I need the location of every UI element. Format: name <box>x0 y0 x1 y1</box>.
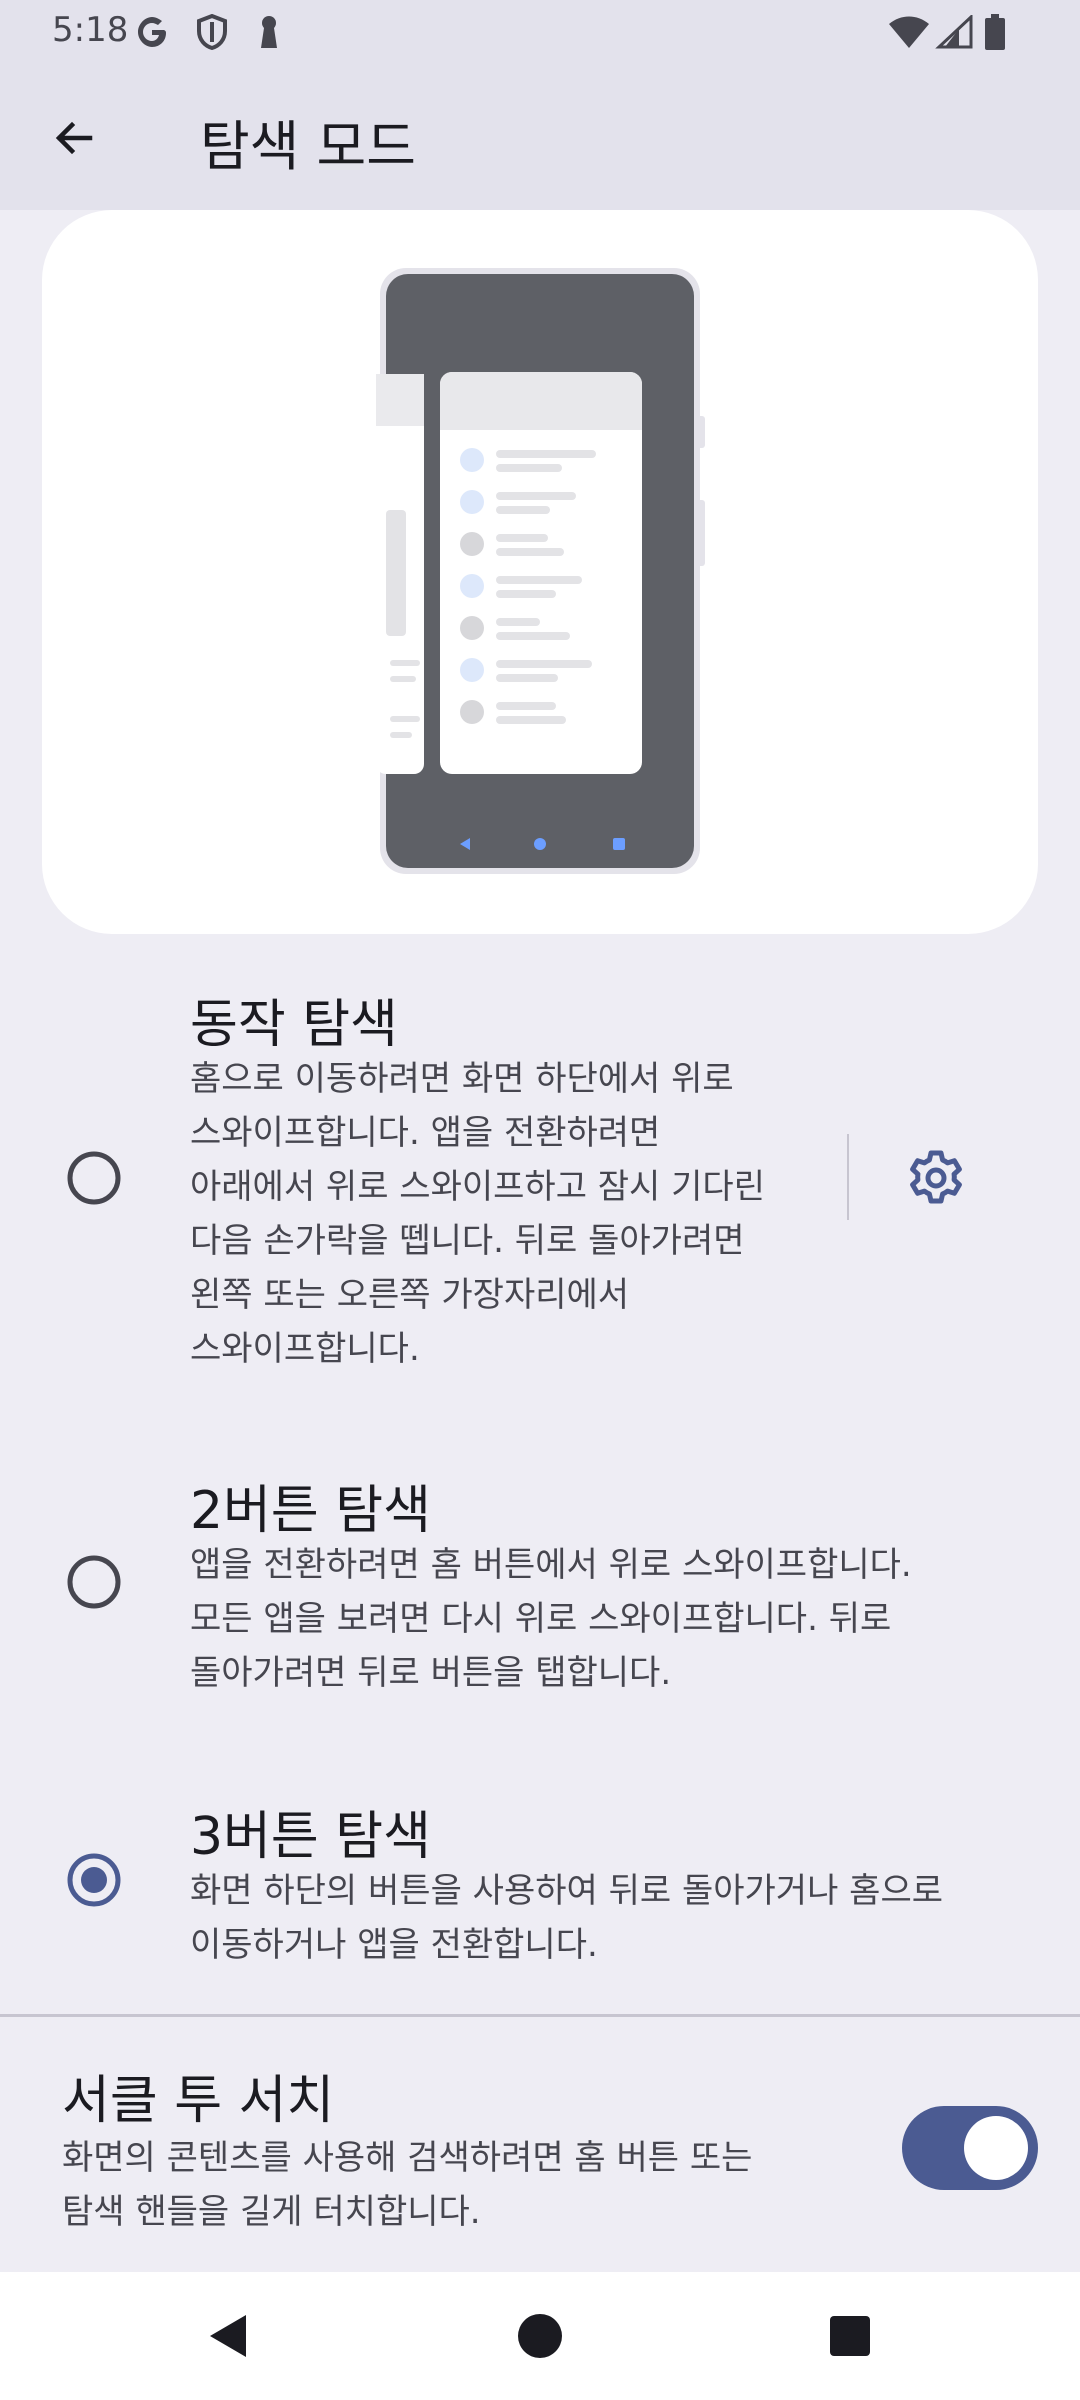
nav-recents-button[interactable] <box>808 2294 892 2378</box>
nav-home-button[interactable] <box>498 2294 582 2378</box>
arrow-back-icon <box>55 121 93 155</box>
circle-to-search-toggle[interactable] <box>902 2106 1038 2190</box>
section-divider <box>0 2014 1080 2017</box>
gear-icon <box>910 1150 962 1204</box>
radio-2button-navigation[interactable] <box>64 1552 124 1612</box>
description-line: 왼쪽 또는 오른쪽 가장자리에서 <box>190 1275 630 1315</box>
description-line: 다음 손가락을 뗍니다. 뒤로 돌아가려면 <box>190 1221 745 1261</box>
radio-3button-navigation[interactable] <box>64 1850 124 1910</box>
description-line: 화면 하단의 버튼을 사용하여 뒤로 돌아가거나 홈으로 <box>190 1871 944 1911</box>
description-line: 이동하거나 앱을 전환합니다. <box>190 1925 598 1965</box>
description-line: 스와이프합니다. <box>190 1329 420 1369</box>
option-title: 동작 탐색 <box>190 995 398 1055</box>
description-line: 아래에서 위로 스와이프하고 잠시 기다린 <box>190 1167 765 1207</box>
description-line: 탐색 핸들을 길게 터치합니다. <box>62 2192 481 2232</box>
recents-square-icon <box>830 2316 870 2356</box>
option-description: 앱을 전환하려면 홈 버튼에서 위로 스와이프합니다. 모든 앱을 보려면 다시… <box>190 1538 1030 1700</box>
google-icon <box>132 12 172 52</box>
description-line: 홈으로 이동하려면 화면 하단에서 위로 <box>190 1059 734 1099</box>
wifi-icon <box>886 12 932 52</box>
app-bar: 탐색 모드 <box>0 64 1080 210</box>
description-line: 모든 앱을 보려면 다시 위로 스와이프합니다. 뒤로 <box>190 1599 892 1639</box>
status-time: 5:18 <box>52 10 129 50</box>
option-3button-navigation[interactable]: 3버튼 탐색 화면 하단의 버튼을 사용하여 뒤로 돌아가거나 홈으로 이동하거… <box>0 1776 1080 1996</box>
shield-icon <box>192 12 232 52</box>
signal-icon <box>934 12 974 52</box>
status-bar: 5:18 <box>0 0 1080 64</box>
description-line: 앱을 전환하려면 홈 버튼에서 위로 스와이프합니다. <box>190 1545 912 1585</box>
home-circle-icon <box>518 2314 562 2358</box>
settings-divider <box>847 1134 849 1220</box>
illustration-card <box>42 210 1038 934</box>
back-button[interactable] <box>30 94 118 182</box>
page-title: 탐색 모드 <box>200 115 416 178</box>
gesture-settings-button[interactable] <box>894 1136 978 1220</box>
description-line: 화면의 콘텐츠를 사용해 검색하려면 홈 버튼 또는 <box>62 2138 753 2178</box>
description-line: 스와이프합니다. 앱을 전환하려면 <box>190 1113 661 1153</box>
circle-to-search-title: 서클 투 서치 <box>62 2071 335 2131</box>
option-description: 홈으로 이동하려면 화면 하단에서 위로 스와이프합니다. 앱을 전환하려면 아… <box>190 1052 830 1376</box>
option-2button-navigation[interactable]: 2버튼 탐색 앱을 전환하려면 홈 버튼에서 위로 스와이프합니다. 모든 앱을… <box>0 1454 1080 1724</box>
phone-illustration <box>376 268 705 874</box>
option-description: 화면 하단의 버튼을 사용하여 뒤로 돌아가거나 홈으로 이동하거나 앱을 전환… <box>190 1864 1050 1972</box>
option-title: 2버튼 탐색 <box>190 1481 431 1541</box>
keyhole-icon <box>252 12 286 52</box>
radio-gesture-navigation[interactable] <box>64 1148 124 1208</box>
circle-to-search-description: 화면의 콘텐츠를 사용해 검색하려면 홈 버튼 또는 탐색 핸들을 길게 터치합… <box>62 2131 822 2239</box>
description-line: 돌아가려면 뒤로 버튼을 탭합니다. <box>190 1653 672 1693</box>
nav-back-button[interactable] <box>186 2294 270 2378</box>
battery-icon <box>982 12 1008 52</box>
back-triangle-icon <box>210 2315 246 2357</box>
toggle-thumb <box>964 2116 1028 2180</box>
option-title: 3버튼 탐색 <box>190 1807 431 1867</box>
system-nav-bar <box>0 2272 1080 2400</box>
